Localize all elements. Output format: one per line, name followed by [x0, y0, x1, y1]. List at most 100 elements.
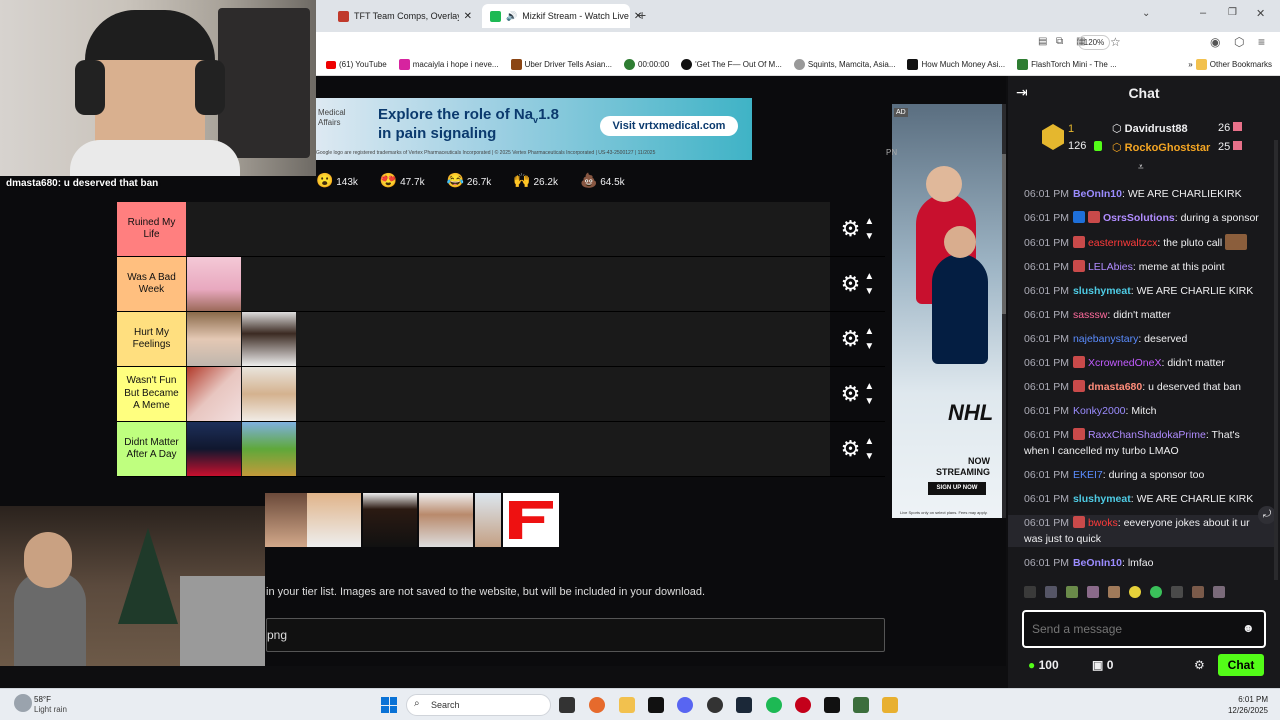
gear-icon[interactable]: ⚙: [841, 273, 861, 295]
username[interactable]: RaxxChanShadokaPrime: [1088, 429, 1206, 441]
spotify-icon[interactable]: [766, 697, 782, 713]
chat-input-box[interactable]: ☻: [1022, 610, 1266, 648]
bookmark-squints[interactable]: Squints, Mamcita, Asia...: [793, 59, 895, 70]
signup-button[interactable]: SIGN UP NOW: [928, 482, 986, 495]
app-icon[interactable]: [795, 697, 811, 713]
gear-icon[interactable]: ⚙: [841, 328, 861, 350]
username[interactable]: sasssw: [1073, 309, 1107, 321]
username[interactable]: slushymeat: [1073, 493, 1131, 505]
side-ad[interactable]: AD PN NHL NOW STREAMING SIGN UP NOW Live…: [886, 104, 1002, 518]
bookmark-instagram[interactable]: macaiyla i hope i neve...: [398, 59, 499, 70]
tab-tft[interactable]: TFT Team Comps, Overlay, and I ✕: [330, 4, 480, 28]
emote-icon[interactable]: [1192, 586, 1204, 598]
leader-1[interactable]: ⬡ Davidrust88: [1112, 122, 1188, 135]
username[interactable]: BeOnIn10: [1073, 557, 1122, 569]
scrollbar-thumb[interactable]: [1002, 154, 1006, 314]
username[interactable]: EKEI7: [1073, 469, 1103, 481]
task-view-icon[interactable]: [559, 697, 575, 713]
tier-image[interactable]: [242, 422, 296, 476]
app-icon[interactable]: [882, 697, 898, 713]
gear-icon[interactable]: ⚙: [841, 438, 861, 460]
menu-icon[interactable]: ≡: [1258, 35, 1265, 49]
arrow-up-icon[interactable]: ▲: [864, 269, 874, 284]
username[interactable]: easternwaltzcx: [1088, 237, 1157, 249]
page-scrollbar[interactable]: [1002, 104, 1006, 518]
pool-image[interactable]: [363, 493, 417, 547]
arrow-down-icon[interactable]: ▼: [864, 394, 874, 409]
arrow-up-icon[interactable]: ▲: [864, 379, 874, 394]
capcut-icon[interactable]: [648, 697, 664, 713]
tier-image[interactable]: [242, 312, 296, 366]
app-icon[interactable]: [853, 697, 869, 713]
username[interactable]: najebanystary: [1073, 333, 1138, 345]
ad-cta-button[interactable]: Visit vrtxmedical.com: [600, 116, 738, 136]
reaction-love[interactable]: 😍 47.7k: [380, 172, 425, 189]
close-icon[interactable]: ✕: [464, 11, 472, 22]
bookmark-flashtorch[interactable]: FlashTorch Mini - The ...: [1017, 59, 1117, 70]
tab-list-chevron-icon[interactable]: ⌄: [1142, 8, 1150, 19]
app-icon[interactable]: [824, 697, 840, 713]
ad-banner[interactable]: Medical Affairs Explore the role of Nav1…: [316, 98, 752, 160]
leader-2[interactable]: ⬡ RockoGhoststar: [1112, 141, 1210, 154]
pool-image[interactable]: [419, 493, 473, 547]
extensions-icon[interactable]: ⬡: [1234, 35, 1244, 49]
username[interactable]: XcrownedOneX: [1088, 357, 1162, 369]
clock-date[interactable]: 12/26/2025: [1212, 706, 1268, 715]
weather-icon[interactable]: [14, 694, 32, 712]
emote-icon[interactable]: [1171, 586, 1183, 598]
emote-icon[interactable]: [1213, 586, 1225, 598]
gift-balance[interactable]: ▣ 0: [1092, 658, 1113, 672]
bookmark-getout[interactable]: 'Get The F— Out Of M...: [681, 59, 782, 70]
reader-icon[interactable]: ▤: [1038, 36, 1047, 47]
tier-label[interactable]: Didnt Matter After A Day: [117, 422, 186, 476]
points-balance[interactable]: ● 100: [1028, 658, 1059, 672]
username[interactable]: bwoks: [1088, 517, 1118, 529]
discord-icon[interactable]: [677, 697, 693, 713]
emote-icon[interactable]: [1129, 586, 1141, 598]
tier-label[interactable]: Ruined My Life: [117, 202, 186, 256]
tier-image[interactable]: [187, 312, 241, 366]
window-close-icon[interactable]: ✕: [1256, 7, 1265, 20]
username[interactable]: OsrsSolutions: [1103, 212, 1175, 224]
emote-icon[interactable]: [1045, 586, 1057, 598]
gear-icon[interactable]: ⚙: [841, 218, 861, 240]
reaction-poop[interactable]: 💩 64.5k: [580, 172, 625, 189]
tier-image[interactable]: [187, 422, 241, 476]
new-tab-icon[interactable]: +: [638, 7, 646, 23]
chat-input[interactable]: [1032, 621, 1232, 637]
bookmark-uber[interactable]: Uber Driver Tells Asian...: [510, 59, 612, 70]
arrow-down-icon[interactable]: ▼: [864, 339, 874, 354]
firefox-icon[interactable]: [589, 697, 605, 713]
reaction-praise[interactable]: 🙌 26.2k: [513, 172, 558, 189]
file-explorer-icon[interactable]: [619, 697, 635, 713]
taskbar-search[interactable]: Search: [406, 694, 551, 716]
reaction-shocked[interactable]: 😮 143k: [316, 172, 358, 189]
username[interactable]: BeOnIn10: [1073, 188, 1122, 200]
arrow-down-icon[interactable]: ▼: [864, 229, 874, 244]
steam-icon[interactable]: [736, 697, 752, 713]
chat-scrollbar[interactable]: [1274, 140, 1278, 580]
bookmark-star-icon[interactable]: ☆: [1110, 35, 1121, 49]
minimize-icon[interactable]: –: [1200, 7, 1206, 19]
emote-icon[interactable]: [1066, 586, 1078, 598]
screenshot-icon[interactable]: ⧉: [1056, 36, 1063, 47]
tab-mizkif[interactable]: 🔊 Mizkif Stream - Watch Live ✕: [482, 4, 642, 28]
speaker-icon[interactable]: 🔊: [506, 11, 517, 22]
tier-image[interactable]: [187, 257, 241, 311]
arrow-down-icon[interactable]: ▼: [864, 449, 874, 464]
pool-image[interactable]: [307, 493, 361, 547]
tier-label[interactable]: Hurt My Feelings: [117, 312, 186, 366]
reaction-laugh[interactable]: 😂 26.7k: [447, 172, 492, 189]
emote-icon[interactable]: [1087, 586, 1099, 598]
zoom-level[interactable]: 120%: [1078, 35, 1110, 50]
emoji-picker-icon[interactable]: ☻: [1242, 621, 1255, 635]
tier-label[interactable]: Was A Bad Week: [117, 257, 186, 311]
username[interactable]: LELAbies: [1088, 261, 1133, 273]
pool-image[interactable]: [475, 493, 501, 547]
other-bookmarks[interactable]: » Other Bookmarks: [1188, 59, 1272, 70]
emote-icon[interactable]: [1150, 586, 1162, 598]
bookmark-youtube[interactable]: (61) YouTube: [326, 60, 387, 69]
tier-image[interactable]: [187, 367, 241, 421]
faze-logo-image[interactable]: [503, 493, 559, 547]
maximize-icon[interactable]: ❐: [1228, 7, 1237, 18]
